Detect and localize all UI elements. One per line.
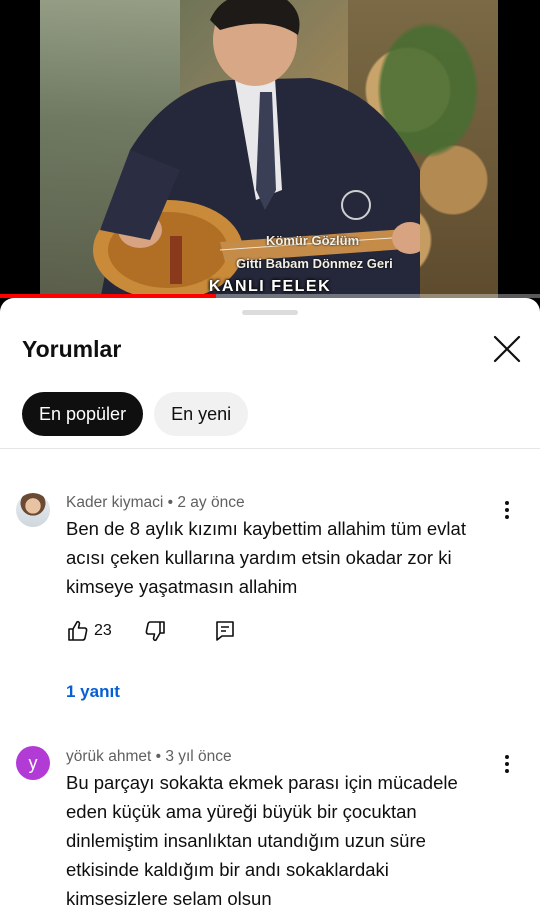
chip-top-comments[interactable]: En popüler xyxy=(22,392,144,436)
comment-text: Ben de 8 aylık kızımı kaybettim allahim … xyxy=(66,514,496,601)
comment-actions: 23 xyxy=(66,619,237,643)
comment-text-line: Bu parçayı sokakta ekmek parası için müc… xyxy=(66,772,458,793)
comment-text-line: eden küçük ama yüreği büyük bir çocuktan xyxy=(66,801,417,822)
comment-text-line: dinlemiştim insanlıktan utandığım uzun s… xyxy=(66,830,426,851)
reply-icon[interactable] xyxy=(213,619,237,643)
sort-chips: En popüler En yeni xyxy=(22,392,249,436)
dislike-icon[interactable] xyxy=(143,619,167,643)
musician-with-saz-image xyxy=(93,0,420,300)
song-caption-line: Gitti Babam Dönmez Geri xyxy=(236,256,393,271)
comment-meta: Kader kiymaci • 2 ay önce xyxy=(66,494,245,511)
like-count: 23 xyxy=(94,622,112,639)
avatar[interactable] xyxy=(16,493,50,527)
more-options-icon[interactable] xyxy=(496,499,518,521)
close-icon[interactable] xyxy=(490,332,524,366)
divider xyxy=(0,448,540,449)
more-options-icon[interactable] xyxy=(496,753,518,775)
comment-text: Bu parçayı sokakta ekmek parası için müc… xyxy=(66,768,496,913)
video-player[interactable]: Kömür Gözlüm Gitti Babam Dönmez Geri KAN… xyxy=(0,0,540,300)
view-replies-link[interactable]: 1 yanıt xyxy=(66,682,120,702)
comment-text-line: kimsesizlere selam olsun xyxy=(66,888,272,909)
avatar[interactable]: y xyxy=(16,746,50,780)
comment-meta: yörük ahmet • 3 yıl önce xyxy=(66,748,232,765)
comment-text-line: kimseye yaşatmasın allahim xyxy=(66,576,298,597)
song-caption-line: Kömür Gözlüm xyxy=(266,233,360,248)
comments-sheet: Yorumlar En popüler En yeni Kader kiymac… xyxy=(0,298,540,921)
comment-text-line: Ben de 8 aylık kızımı kaybettim allahim … xyxy=(66,518,466,539)
comment-text-line: acısı çeken kullarına yardım etsin okada… xyxy=(66,547,452,568)
comment-text-line: etkisinde kaldığım bir andı sokaklardaki xyxy=(66,859,389,880)
drag-handle[interactable] xyxy=(242,310,298,315)
chip-newest[interactable]: En yeni xyxy=(154,392,249,436)
sheet-title: Yorumlar xyxy=(22,336,122,362)
like-icon[interactable] xyxy=(66,619,90,643)
